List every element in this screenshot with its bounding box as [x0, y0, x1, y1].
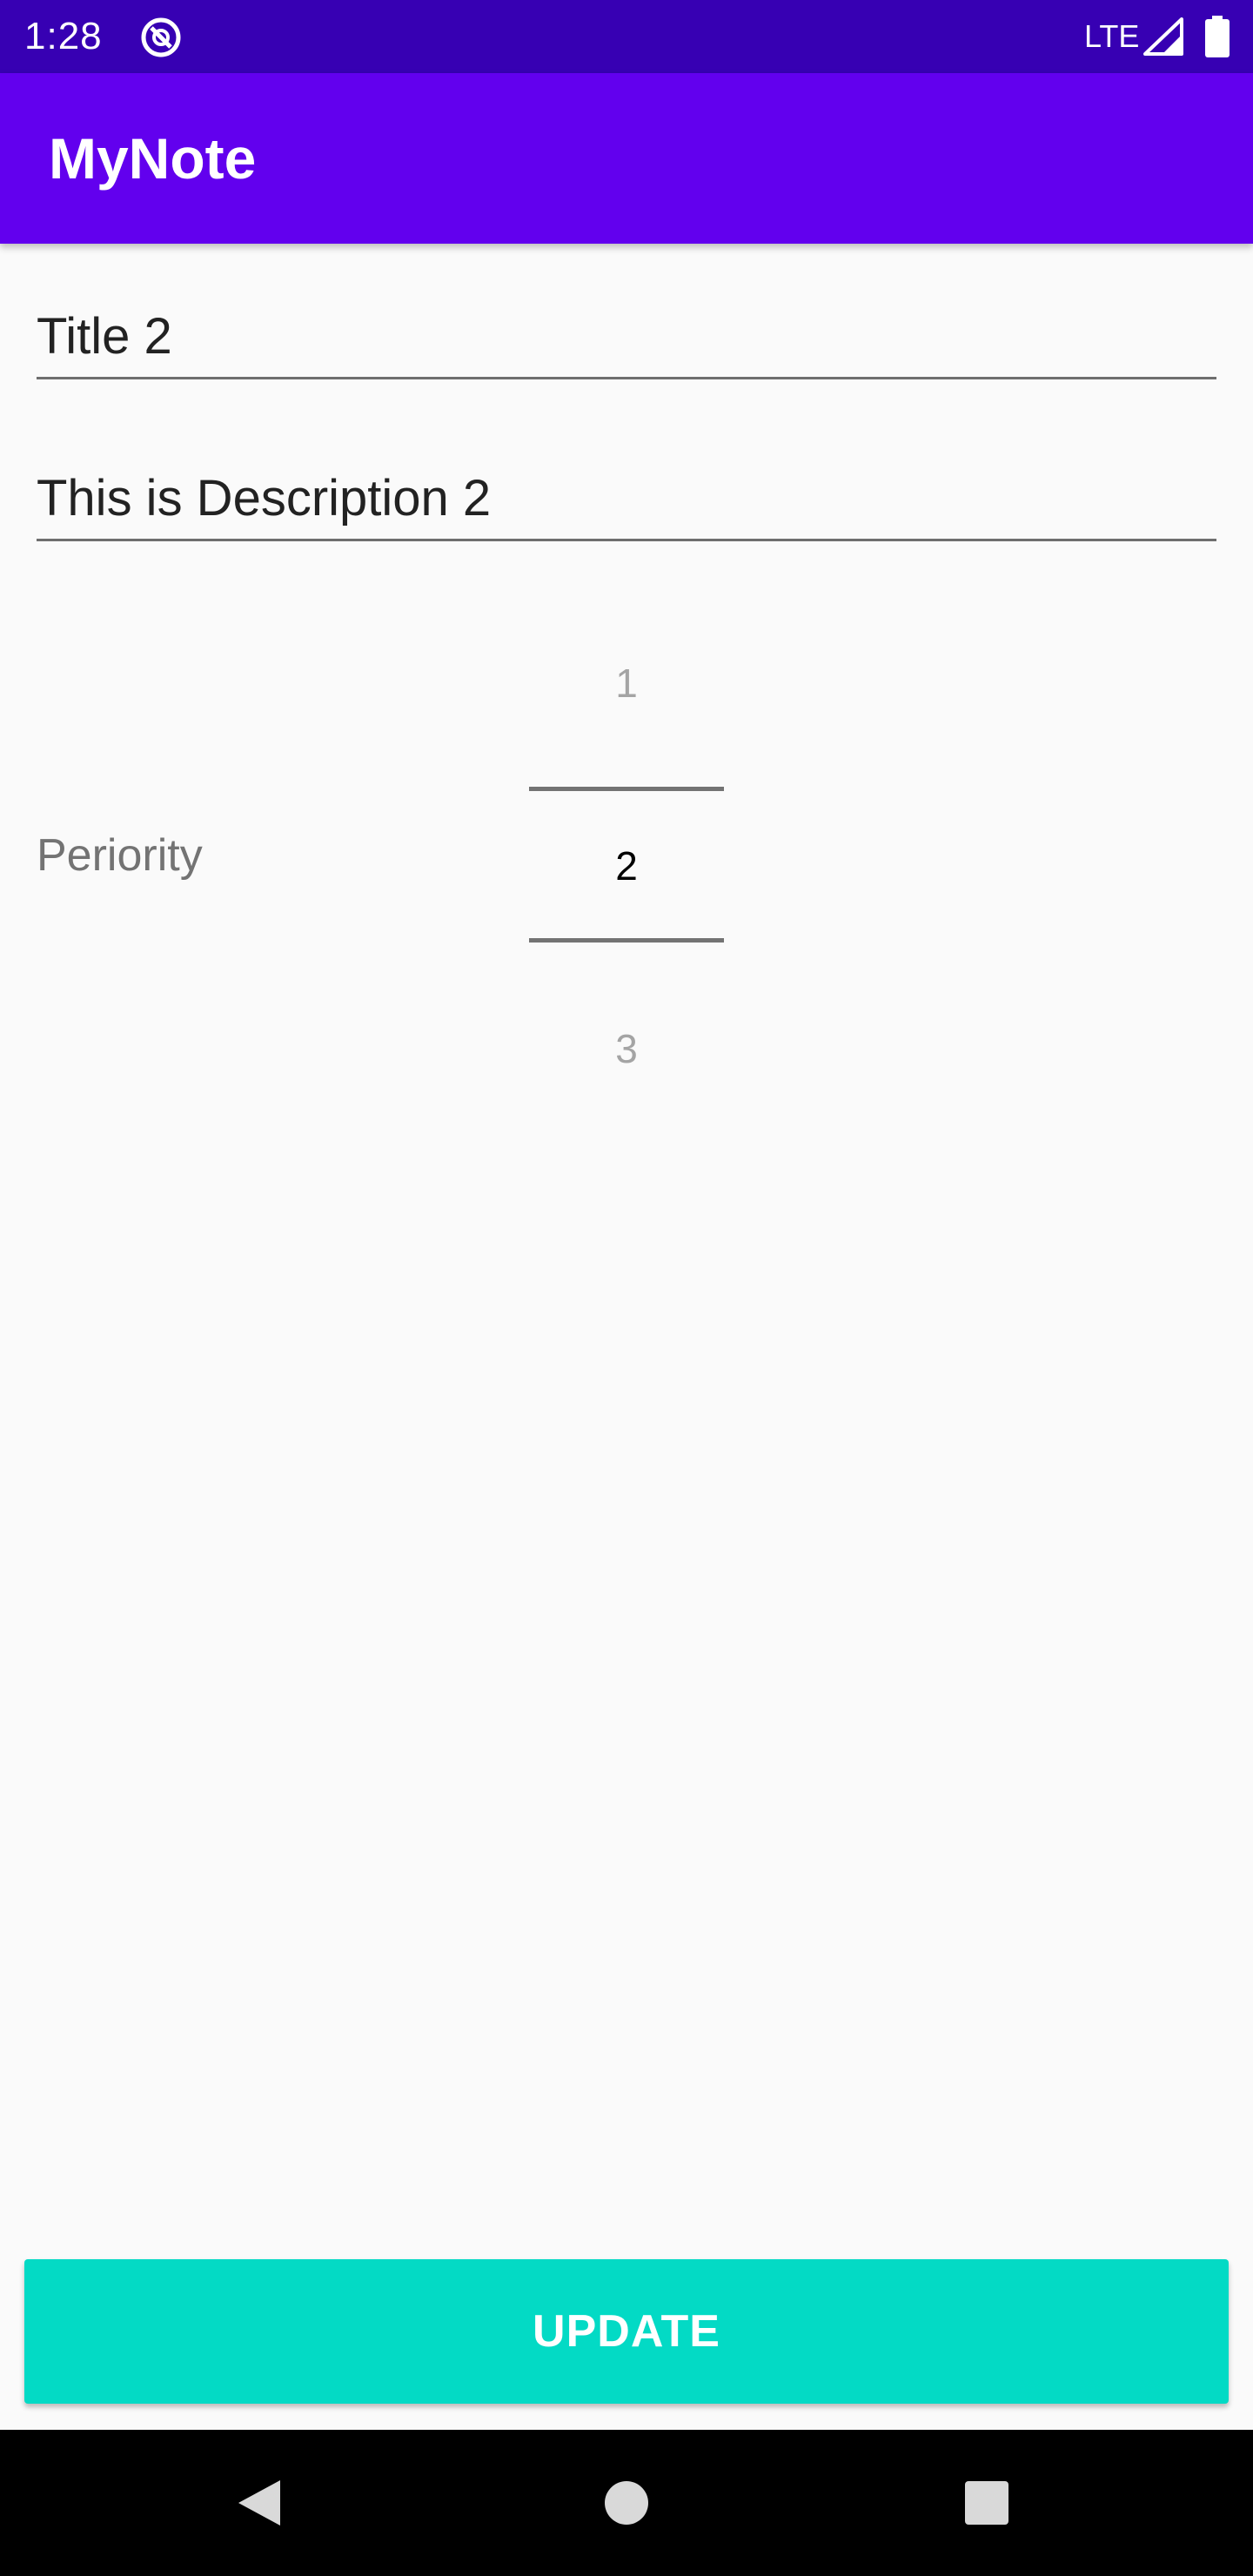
home-icon[interactable]	[604, 2480, 649, 2526]
status-time: 1:28	[24, 15, 103, 57]
app-notification-icon	[141, 17, 181, 57]
navigation-bar	[0, 2430, 1253, 2576]
priority-number-picker[interactable]: 1 2 3	[529, 627, 724, 1079]
title-input[interactable]	[37, 296, 1216, 379]
description-input[interactable]	[37, 458, 1216, 541]
picker-divider-top	[529, 787, 724, 791]
picker-divider-bottom	[529, 938, 724, 943]
battery-icon	[1205, 16, 1230, 57]
signal-icon	[1143, 17, 1183, 56]
update-button[interactable]: UPDATE	[24, 2259, 1229, 2404]
back-icon[interactable]	[235, 2477, 284, 2529]
network-type-label: LTE	[1084, 18, 1140, 54]
app-title: MyNote	[49, 126, 257, 191]
app-bar: MyNote	[0, 73, 1253, 244]
picker-selected-value[interactable]: 2	[529, 840, 724, 892]
picker-next-value[interactable]: 3	[529, 1023, 724, 1075]
recents-icon[interactable]	[964, 2480, 1009, 2526]
status-bar: 1:28 LTE	[0, 0, 1253, 73]
priority-label: Periority	[37, 830, 203, 881]
picker-previous-value[interactable]: 1	[529, 657, 724, 709]
